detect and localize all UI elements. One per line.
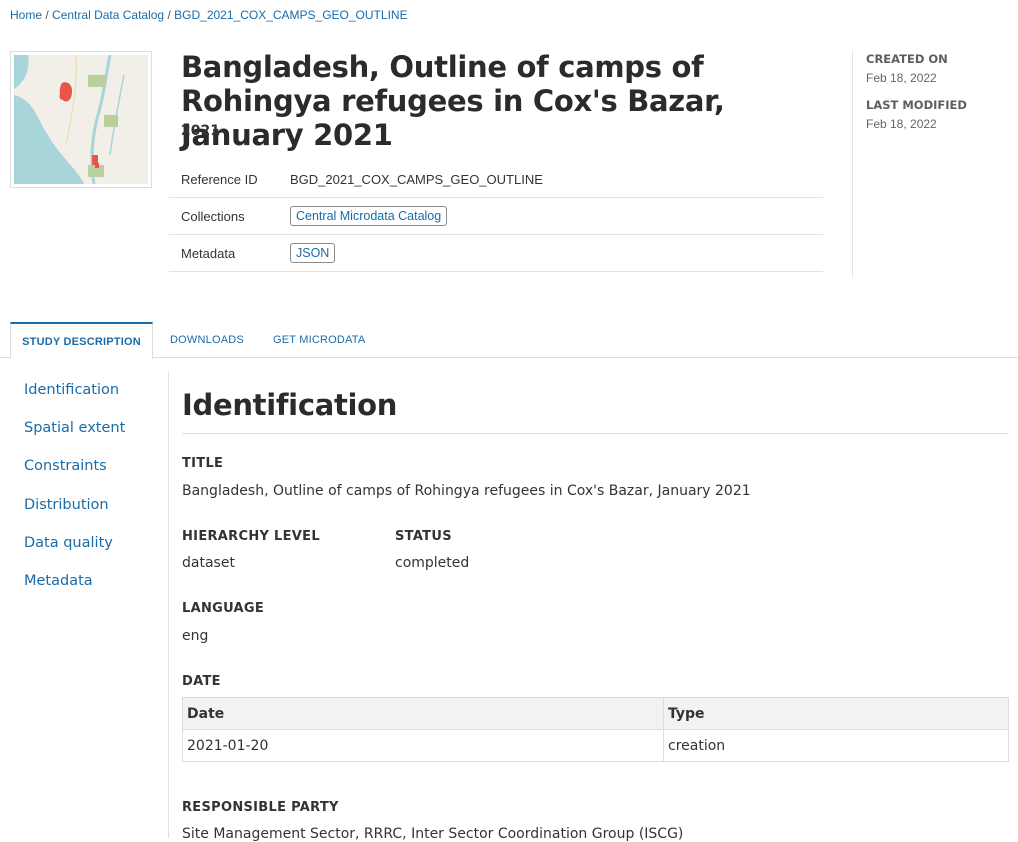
last-modified-label: LAST MODIFIED xyxy=(866,98,967,112)
table-cell-type: creation xyxy=(663,729,1009,762)
meta-row-metadata: Metadata JSON xyxy=(169,235,823,272)
map-thumbnail-image: · xyxy=(14,55,148,184)
title-label: TITLE xyxy=(182,456,224,471)
page-title: Bangladesh, Outline of camps of Rohingya… xyxy=(181,50,725,152)
date-label: DATE xyxy=(182,674,221,689)
meta-label: Collections xyxy=(181,208,245,224)
section-title: Identification xyxy=(182,388,398,422)
section-nav: Identification Spatial extent Constraint… xyxy=(24,382,125,611)
breadcrumb-catalog-link[interactable]: Central Data Catalog xyxy=(52,8,164,22)
collection-badge-link[interactable]: Central Microdata Catalog xyxy=(290,206,448,226)
section-rule xyxy=(182,433,1008,434)
responsible-party-value: Site Management Sector, RRRC, Inter Sect… xyxy=(182,826,684,842)
header-divider xyxy=(852,51,853,277)
tab-study-description[interactable]: STUDY DESCRIPTION xyxy=(10,322,153,359)
language-label: LANGUAGE xyxy=(182,601,265,616)
table-header-date: Date xyxy=(182,697,664,730)
hierarchy-level-label: HIERARCHY LEVEL xyxy=(182,529,320,544)
table-header-type: Type xyxy=(663,697,1009,730)
meta-row-collections: Collections Central Microdata Catalog xyxy=(169,198,823,235)
language-value: eng xyxy=(182,628,209,644)
breadcrumb: Home / Central Data Catalog / BGD_2021_C… xyxy=(10,8,408,22)
study-meta-table: Reference ID BGD_2021_COX_CAMPS_GEO_OUTL… xyxy=(169,161,823,272)
reference-id-value: BGD_2021_COX_CAMPS_GEO_OUTLINE xyxy=(290,171,543,187)
nav-item-data-quality[interactable]: Data quality xyxy=(24,535,125,573)
nav-item-constraints[interactable]: Constraints xyxy=(24,458,125,496)
hierarchy-level-value: dataset xyxy=(182,555,235,571)
date-table: Date Type 2021-01-20 creation xyxy=(182,697,1009,762)
breadcrumb-separator: / xyxy=(45,8,49,22)
map-thumbnail: · xyxy=(10,51,152,188)
created-on-value: Feb 18, 2022 xyxy=(866,71,937,85)
nav-item-identification[interactable]: Identification xyxy=(24,382,125,420)
meta-label: Metadata xyxy=(181,245,236,261)
study-year: 2021 xyxy=(181,123,220,139)
responsible-party-label: RESPONSIBLE PARTY xyxy=(182,800,339,815)
meta-label: Reference ID xyxy=(181,171,258,187)
tab-downloads[interactable]: DOWNLOADS xyxy=(170,322,244,358)
metadata-json-link[interactable]: JSON xyxy=(290,243,336,263)
study-dates-panel: CREATED ON Feb 18, 2022 LAST MODIFIED Fe… xyxy=(866,52,967,144)
content-divider xyxy=(168,371,169,838)
status-value: completed xyxy=(395,555,470,571)
table-row: 2021-01-20 creation xyxy=(182,729,1009,762)
nav-item-metadata[interactable]: Metadata xyxy=(24,573,125,611)
breadcrumb-current-link[interactable]: BGD_2021_COX_CAMPS_GEO_OUTLINE xyxy=(174,8,407,22)
meta-row-reference-id: Reference ID BGD_2021_COX_CAMPS_GEO_OUTL… xyxy=(169,161,823,198)
table-header-row: Date Type xyxy=(182,697,1009,730)
nav-item-distribution[interactable]: Distribution xyxy=(24,497,125,535)
title-value: Bangladesh, Outline of camps of Rohingya… xyxy=(182,483,751,499)
nav-item-spatial-extent[interactable]: Spatial extent xyxy=(24,420,125,458)
breadcrumb-home-link[interactable]: Home xyxy=(10,8,42,22)
breadcrumb-separator: / xyxy=(167,8,171,22)
table-cell-date: 2021-01-20 xyxy=(182,729,664,762)
svg-text:·: · xyxy=(68,65,69,70)
created-on-label: CREATED ON xyxy=(866,52,948,66)
tab-get-microdata[interactable]: GET MICRODATA xyxy=(273,322,365,358)
last-modified-value: Feb 18, 2022 xyxy=(866,117,937,131)
status-label: STATUS xyxy=(395,529,452,544)
